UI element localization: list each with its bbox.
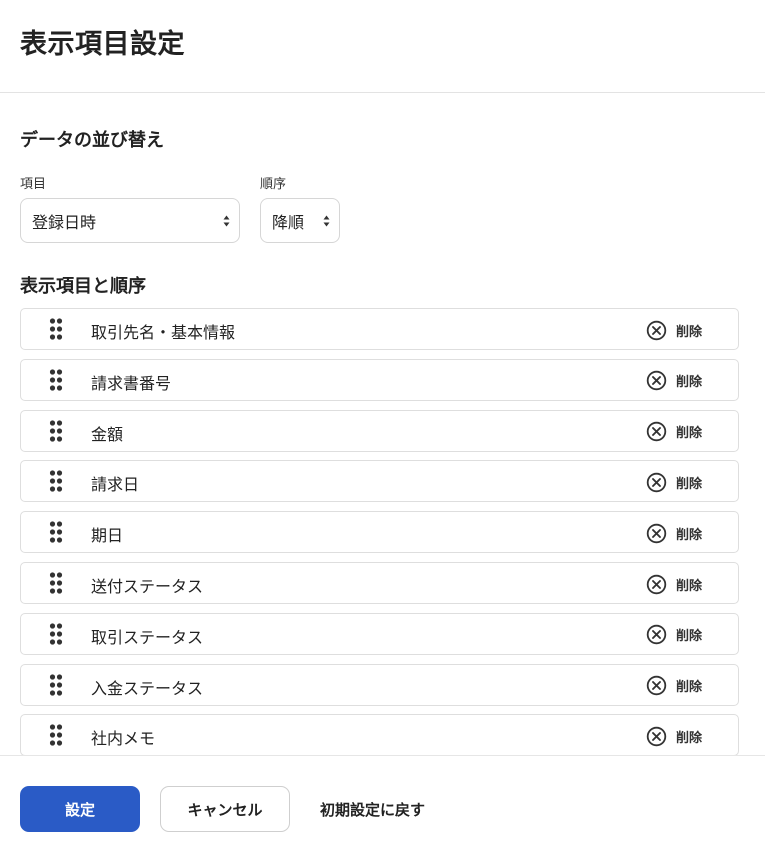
delete-label: 削除 (676, 578, 703, 594)
delete-label: 削除 (676, 476, 703, 492)
column-row-label: 期日 (91, 526, 124, 546)
close-circle-icon (646, 371, 667, 391)
delete-label: 削除 (676, 527, 703, 543)
delete-label: 削除 (676, 324, 703, 340)
close-circle-icon (646, 625, 667, 645)
delete-label: 削除 (676, 680, 703, 696)
column-row[interactable]: 取引ステータス 削除 (20, 612, 739, 655)
sort-item-label: 項目 (20, 177, 47, 192)
delete-button[interactable]: 削除 (646, 421, 702, 443)
delete-button[interactable]: 削除 (646, 675, 702, 697)
column-row-label: 請求書番号 (91, 373, 172, 393)
column-row-label: 入金ステータス (91, 678, 204, 698)
close-circle-icon (646, 574, 667, 594)
drag-handle-icon[interactable] (49, 318, 63, 340)
drag-handle-icon[interactable] (49, 419, 63, 442)
dialog-footer: 設定 キャンセル 初期設定に戻す (0, 755, 765, 854)
columns-section-title: 表示項目と順序 (20, 276, 146, 297)
drag-handle-icon[interactable] (49, 724, 63, 746)
delete-button[interactable]: 削除 (646, 624, 702, 646)
sort-item-value: 登録日時 (32, 212, 97, 232)
delete-button[interactable]: 削除 (646, 319, 702, 341)
close-circle-icon (646, 523, 667, 543)
column-row[interactable]: 送付ステータス 削除 (20, 562, 739, 604)
column-row[interactable]: 請求書番号 削除 (20, 358, 739, 401)
column-row-label: 送付ステータス (91, 577, 204, 596)
delete-label: 削除 (676, 730, 703, 746)
dialog-header: 表示項目設定 (0, 0, 765, 93)
delete-button[interactable]: 削除 (646, 370, 702, 392)
column-row[interactable]: 期日 削除 (20, 511, 739, 554)
column-row[interactable]: 金額 削除 (20, 409, 739, 452)
sort-order-select[interactable]: 降順 (260, 198, 340, 243)
drag-handle-icon[interactable] (49, 470, 63, 492)
sort-section-title: データの並び替え (20, 130, 164, 151)
close-circle-icon (646, 320, 667, 340)
close-circle-icon (646, 675, 667, 696)
sort-order-label: 順序 (260, 177, 287, 192)
submit-button[interactable]: 設定 (20, 786, 140, 832)
drag-handle-icon[interactable] (49, 369, 63, 391)
sort-item-select[interactable]: 登録日時 (20, 198, 240, 243)
drag-handle-icon[interactable] (49, 572, 63, 594)
delete-label: 削除 (676, 629, 703, 645)
page-title: 表示項目設定 (20, 29, 185, 60)
column-row-label: 取引ステータス (91, 627, 204, 647)
cancel-button[interactable]: キャンセル (160, 786, 290, 832)
column-row[interactable]: 入金ステータス 削除 (20, 663, 739, 706)
select-arrows-icon (323, 215, 330, 226)
sort-order-value: 降順 (272, 212, 305, 232)
delete-button[interactable]: 削除 (646, 522, 702, 544)
column-row-label: 請求日 (91, 475, 140, 495)
delete-button[interactable]: 削除 (646, 725, 702, 747)
column-row-label: 社内メモ (91, 729, 156, 749)
drag-handle-icon[interactable] (49, 521, 63, 543)
column-row[interactable]: 社内メモ 削除 (20, 714, 739, 755)
delete-label: 削除 (676, 426, 703, 442)
close-circle-icon (646, 421, 667, 442)
close-circle-icon (646, 472, 667, 493)
delete-label: 削除 (676, 375, 703, 391)
drag-handle-icon[interactable] (49, 623, 63, 645)
column-row-label: 金額 (91, 424, 124, 444)
column-row[interactable]: 取引先名・基本情報 削除 (20, 308, 739, 350)
column-list: 取引先名・基本情報 削除 請求書番号 削除 金額 削除 請求日 削除 期日 削除 送付ステータス 削除… (20, 308, 739, 755)
close-circle-icon (646, 726, 667, 747)
drag-handle-icon[interactable] (49, 673, 63, 696)
column-row-label: 取引先名・基本情報 (91, 323, 236, 342)
reset-defaults-button[interactable]: 初期設定に戻す (320, 786, 425, 832)
column-row[interactable]: 請求日 削除 (20, 460, 739, 503)
select-arrows-icon (223, 215, 230, 226)
delete-button[interactable]: 削除 (646, 471, 702, 493)
delete-button[interactable]: 削除 (646, 573, 702, 595)
